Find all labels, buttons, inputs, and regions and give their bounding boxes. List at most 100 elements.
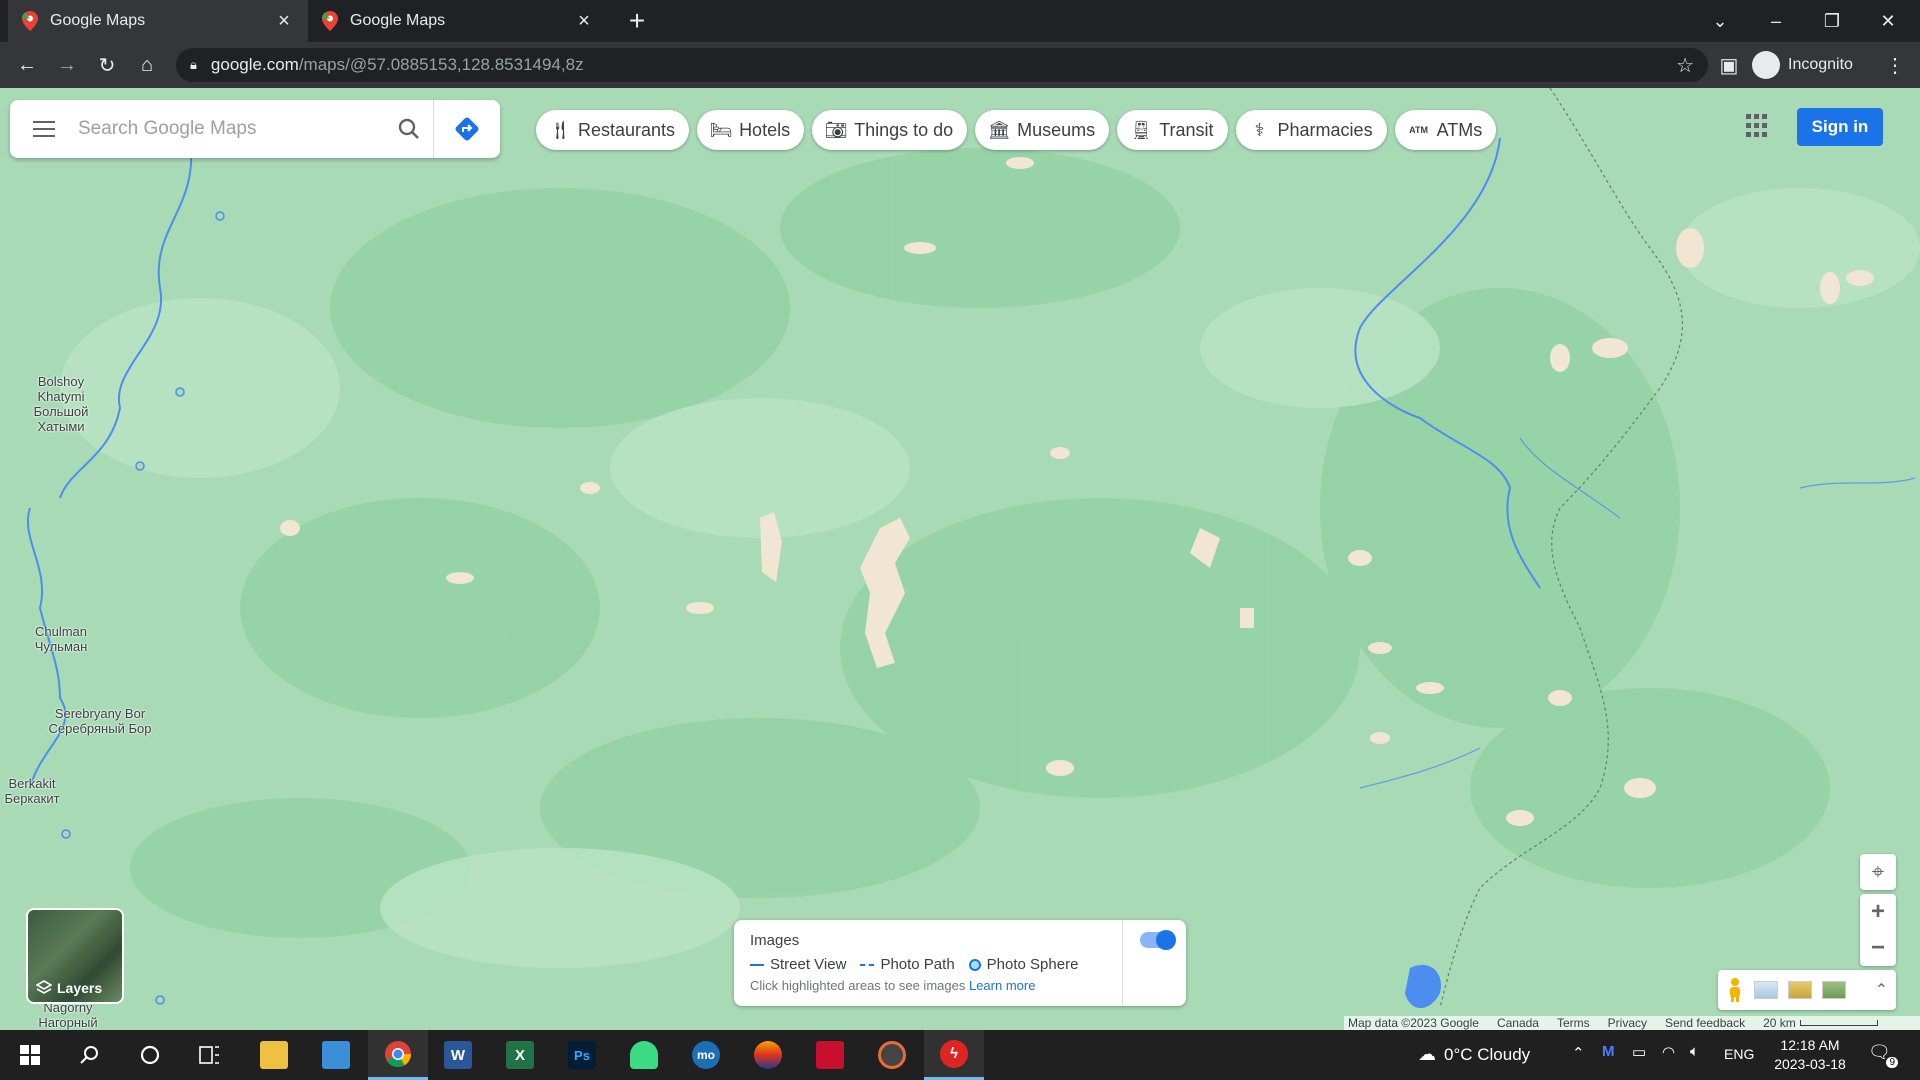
lock-icon: 🔒︎ — [190, 57, 197, 72]
layers-button[interactable]: Layers — [26, 908, 124, 1004]
map-data-text: Map data ©2023 Google — [1348, 1016, 1479, 1030]
pegman-icon[interactable] — [1726, 977, 1744, 1003]
incognito-profile[interactable]: Incognito — [1752, 48, 1853, 82]
chip-hotels[interactable]: 🛏︎ Hotels — [697, 110, 805, 150]
layers-label: Layers — [57, 980, 103, 996]
flash-app-icon[interactable]: ϟ — [924, 1030, 984, 1080]
cloud-icon: ☁ — [1418, 1044, 1436, 1064]
date-text: 2023-03-18 — [1774, 1056, 1846, 1072]
zoom-out-button[interactable]: − — [1860, 930, 1896, 966]
search-icon[interactable] — [60, 1030, 120, 1080]
chip-label: Pharmacies — [1277, 119, 1373, 140]
imagery-thumb-icon[interactable] — [1754, 981, 1778, 999]
tab-google-maps-2[interactable]: Google Maps × — [308, 0, 608, 42]
chip-restaurants[interactable]: 🍴︎ Restaurants — [536, 110, 690, 150]
place-name-latin: Bolshoy Khatymi — [37, 374, 85, 404]
chip-museums[interactable]: 🏛︎ Museums — [975, 110, 1110, 150]
language-indicator[interactable]: ENG — [1724, 1046, 1754, 1062]
place-name-latin: Serebryany Bor — [54, 706, 146, 721]
region-link[interactable]: Canada — [1497, 1016, 1539, 1030]
images-toggle[interactable] — [1140, 930, 1176, 950]
excel-icon[interactable]: X — [490, 1030, 550, 1080]
pharmacy-icon: ⚕︎ — [1254, 119, 1265, 140]
directions-icon[interactable] — [434, 100, 500, 158]
minimize-icon[interactable]: – — [1748, 0, 1804, 42]
imagery-thumb-icon[interactable] — [1788, 981, 1812, 999]
browser-toolbar: ← → ↻ ⌂ 🔒︎ google.com/maps/@57.0885153,1… — [0, 42, 1920, 88]
sign-in-button[interactable]: Sign in — [1797, 108, 1883, 146]
legend-photo-sphere: Photo Sphere — [968, 956, 1078, 973]
hamburger-menu-icon[interactable] — [10, 100, 78, 158]
star-icon[interactable]: ☆ — [1676, 53, 1694, 78]
legend-label: Street View — [770, 956, 847, 973]
terms-link[interactable]: Terms — [1557, 1016, 1590, 1030]
home-icon[interactable]: ⌂ — [132, 50, 162, 80]
chip-things-to-do[interactable]: 📷︎ Things to do — [812, 110, 968, 150]
chevron-up-icon[interactable]: ⌃ — [1572, 1044, 1585, 1062]
volume-icon[interactable]: 🔈︎ — [1690, 1043, 1699, 1060]
control-panel-icon[interactable] — [306, 1030, 366, 1080]
place-label-bolshoy[interactable]: Bolshoy Khatymi Большой Хатыми — [20, 374, 102, 434]
chip-pharmacies[interactable]: ⚕︎ Pharmacies — [1235, 110, 1387, 150]
restore-icon[interactable]: ❐ — [1804, 0, 1860, 42]
zoom-in-button[interactable]: + — [1860, 894, 1896, 930]
photoshop-icon[interactable]: Ps — [552, 1030, 612, 1080]
plus-icon[interactable]: + — [622, 6, 652, 36]
search-input[interactable] — [78, 118, 384, 140]
place-label-serebryany-bor[interactable]: Serebryany Bor Серебряный Бор — [46, 706, 154, 736]
images-card: Images Street View Photo Path Photo Sphe… — [734, 920, 1186, 1006]
mo-app-icon[interactable]: mo — [676, 1030, 736, 1080]
map-canvas[interactable]: 🍴︎ Restaurants 🛏︎ Hotels 📷︎ Things to do 🏛︎… — [0, 88, 1920, 1030]
scale-bar[interactable]: 20 km — [1763, 1016, 1878, 1030]
malwarebytes-icon[interactable]: M — [1602, 1043, 1615, 1060]
chip-transit[interactable]: 🚆︎ Transit — [1117, 110, 1228, 150]
time-text: 12:18 AM — [1780, 1037, 1840, 1053]
learn-more-link[interactable]: Learn more — [969, 978, 1035, 993]
weather-text: 0°C Cloudy — [1444, 1044, 1531, 1064]
chip-label: Museums — [1017, 119, 1096, 140]
side-panel-icon[interactable]: ▣ — [1714, 50, 1744, 80]
imagery-bar: ⌃ — [1718, 970, 1896, 1010]
my-location-icon[interactable]: ⌖ — [1860, 854, 1896, 890]
place-label-berkakit[interactable]: Berkakit Беркакит — [0, 776, 64, 806]
maps-pin-icon — [322, 11, 338, 31]
chip-label: Restaurants — [578, 119, 676, 140]
weather-widget[interactable]: ☁ 0°C Cloudy — [1418, 1044, 1530, 1065]
battery-icon[interactable]: ▭ — [1632, 1043, 1646, 1061]
chevron-down-icon[interactable]: ⌄ — [1692, 0, 1748, 42]
android-app-icon[interactable] — [614, 1030, 674, 1080]
imagery-thumb-icon[interactable] — [1822, 981, 1846, 999]
more-icon[interactable]: ⋮ — [1880, 50, 1910, 80]
reload-icon[interactable]: ↻ — [92, 50, 122, 80]
forward-icon[interactable]: → — [52, 50, 82, 80]
notification-center-icon[interactable]: 🗨︎ 9 — [1868, 1042, 1898, 1068]
solid-line-icon — [750, 963, 764, 966]
media-player-icon[interactable] — [862, 1030, 922, 1080]
google-apps-icon[interactable] — [1746, 114, 1770, 138]
place-label-nagorny[interactable]: Nagorny Нагорный — [28, 1000, 108, 1030]
wifi-icon[interactable]: ◠ — [1662, 1043, 1675, 1061]
privacy-link[interactable]: Privacy — [1608, 1016, 1647, 1030]
train-icon: 🚆︎ — [1129, 119, 1153, 140]
search-icon[interactable] — [384, 100, 434, 158]
feedback-link[interactable]: Send feedback — [1665, 1016, 1745, 1030]
word-icon[interactable]: W — [428, 1030, 488, 1080]
close-tab-icon[interactable]: × — [574, 10, 594, 33]
file-explorer-icon[interactable] — [244, 1030, 304, 1080]
tab-google-maps-1[interactable]: Google Maps × — [8, 0, 308, 42]
back-icon[interactable]: ← — [12, 50, 42, 80]
cortana-icon[interactable] — [120, 1030, 180, 1080]
windows-start-icon[interactable] — [0, 1030, 60, 1080]
clock[interactable]: 12:18 AM 2023-03-18 — [1770, 1036, 1850, 1074]
task-view-icon[interactable] — [180, 1030, 240, 1080]
chevron-up-icon[interactable]: ⌃ — [1875, 980, 1888, 1000]
place-label-chulman[interactable]: Chulman Чульман — [22, 624, 100, 654]
chip-atms[interactable]: ATM ATMs — [1394, 110, 1497, 150]
vpn-app-icon[interactable] — [738, 1030, 798, 1080]
address-bar[interactable]: 🔒︎ google.com/maps/@57.0885153,128.85314… — [176, 48, 1708, 82]
terrain-layer — [0, 88, 1920, 1030]
chrome-icon[interactable] — [368, 1030, 428, 1080]
close-tab-icon[interactable]: × — [274, 10, 294, 33]
close-window-icon[interactable]: ✕ — [1860, 0, 1916, 42]
red-app-icon[interactable] — [800, 1030, 860, 1080]
